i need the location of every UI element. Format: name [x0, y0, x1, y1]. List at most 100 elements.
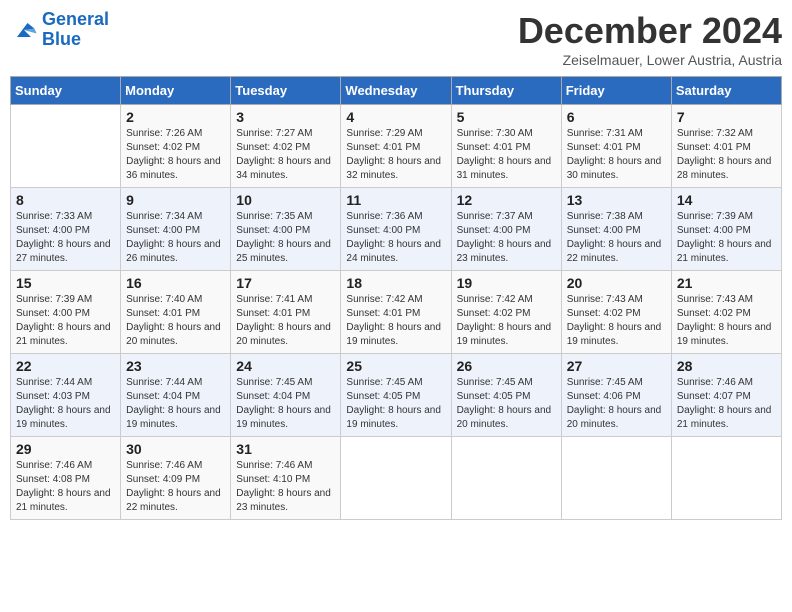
calendar-week-row: 15Sunrise: 7:39 AMSunset: 4:00 PMDayligh… [11, 271, 782, 354]
day-number: 14 [677, 192, 776, 208]
calendar-cell: 4 Sunrise: 7:29 AMSunset: 4:01 PMDaylight… [341, 105, 451, 188]
location-subtitle: Zeiselmauer, Lower Austria, Austria [518, 52, 782, 68]
calendar-cell: 19 Sunrise: 7:42 AMSunset: 4:02 PMDayligh… [451, 271, 561, 354]
day-number: 21 [677, 275, 776, 291]
day-detail: Sunrise: 7:29 AMSunset: 4:01 PMDaylight:… [346, 127, 445, 183]
day-detail: Sunrise: 7:46 AMSunset: 4:09 PMDaylight:… [126, 459, 225, 515]
day-detail: Sunrise: 7:46 AMSunset: 4:10 PMDaylight:… [236, 459, 335, 515]
calendar-cell [341, 437, 451, 520]
day-number: 10 [236, 192, 335, 208]
day-detail: Sunrise: 7:33 AMSunset: 4:00 PMDaylight:… [16, 210, 115, 266]
calendar-cell [671, 437, 781, 520]
calendar-cell: 2 Sunrise: 7:26 AMSunset: 4:02 PMDaylight… [121, 105, 231, 188]
day-number: 4 [346, 109, 445, 125]
day-detail: Sunrise: 7:37 AMSunset: 4:00 PMDaylight:… [457, 210, 556, 266]
day-detail: Sunrise: 7:36 AMSunset: 4:00 PMDaylight:… [346, 210, 445, 266]
calendar-cell: 3 Sunrise: 7:27 AMSunset: 4:02 PMDaylight… [231, 105, 341, 188]
calendar-cell: 13 Sunrise: 7:38 AMSunset: 4:00 PMDayligh… [561, 188, 671, 271]
day-number: 11 [346, 192, 445, 208]
calendar-cell: 16Sunrise: 7:40 AMSunset: 4:01 PMDayligh… [121, 271, 231, 354]
day-header-friday: Friday [561, 77, 671, 105]
day-detail: Sunrise: 7:43 AMSunset: 4:02 PMDaylight:… [677, 293, 776, 349]
calendar-cell: 22Sunrise: 7:44 AMSunset: 4:03 PMDayligh… [11, 354, 121, 437]
calendar-cell: 18 Sunrise: 7:42 AMSunset: 4:01 PMDayligh… [341, 271, 451, 354]
day-detail: Sunrise: 7:26 AMSunset: 4:02 PMDaylight:… [126, 127, 225, 183]
day-detail: Sunrise: 7:44 AMSunset: 4:04 PMDaylight:… [126, 376, 225, 432]
day-detail: Sunrise: 7:31 AMSunset: 4:01 PMDaylight:… [567, 127, 666, 183]
day-number: 23 [126, 358, 225, 374]
day-number: 12 [457, 192, 556, 208]
day-detail: Sunrise: 7:46 AMSunset: 4:07 PMDaylight:… [677, 376, 776, 432]
calendar-cell: 12 Sunrise: 7:37 AMSunset: 4:00 PMDayligh… [451, 188, 561, 271]
calendar-cell: 11 Sunrise: 7:36 AMSunset: 4:00 PMDayligh… [341, 188, 451, 271]
day-detail: Sunrise: 7:42 AMSunset: 4:02 PMDaylight:… [457, 293, 556, 349]
calendar-week-row: 8 Sunrise: 7:33 AMSunset: 4:00 PMDaylight… [11, 188, 782, 271]
logo-line1: General [42, 9, 109, 29]
day-number: 29 [16, 441, 115, 457]
day-number: 9 [126, 192, 225, 208]
calendar-cell: 17Sunrise: 7:41 AMSunset: 4:01 PMDayligh… [231, 271, 341, 354]
day-number: 2 [126, 109, 225, 125]
page-header: General Blue December 2024 Zeiselmauer, … [10, 10, 782, 68]
calendar-cell: 15Sunrise: 7:39 AMSunset: 4:00 PMDayligh… [11, 271, 121, 354]
calendar-week-row: 29 Sunrise: 7:46 AMSunset: 4:08 PMDayligh… [11, 437, 782, 520]
day-number: 28 [677, 358, 776, 374]
day-detail: Sunrise: 7:45 AMSunset: 4:06 PMDaylight:… [567, 376, 666, 432]
day-number: 30 [126, 441, 225, 457]
calendar-cell: 8 Sunrise: 7:33 AMSunset: 4:00 PMDaylight… [11, 188, 121, 271]
day-number: 13 [567, 192, 666, 208]
day-detail: Sunrise: 7:45 AMSunset: 4:05 PMDaylight:… [457, 376, 556, 432]
day-detail: Sunrise: 7:38 AMSunset: 4:00 PMDaylight:… [567, 210, 666, 266]
day-header-saturday: Saturday [671, 77, 781, 105]
day-detail: Sunrise: 7:41 AMSunset: 4:01 PMDaylight:… [236, 293, 335, 349]
day-header-sunday: Sunday [11, 77, 121, 105]
calendar-cell: 31 Sunrise: 7:46 AMSunset: 4:10 PMDayligh… [231, 437, 341, 520]
day-detail: Sunrise: 7:39 AMSunset: 4:00 PMDaylight:… [677, 210, 776, 266]
calendar-week-row: 22Sunrise: 7:44 AMSunset: 4:03 PMDayligh… [11, 354, 782, 437]
day-number: 22 [16, 358, 115, 374]
title-block: December 2024 Zeiselmauer, Lower Austria… [518, 10, 782, 68]
calendar-cell: 14 Sunrise: 7:39 AMSunset: 4:00 PMDayligh… [671, 188, 781, 271]
day-detail: Sunrise: 7:45 AMSunset: 4:04 PMDaylight:… [236, 376, 335, 432]
day-number: 26 [457, 358, 556, 374]
day-number: 3 [236, 109, 335, 125]
day-number: 8 [16, 192, 115, 208]
calendar-cell: 23 Sunrise: 7:44 AMSunset: 4:04 PMDayligh… [121, 354, 231, 437]
calendar-cell: 10Sunrise: 7:35 AMSunset: 4:00 PMDayligh… [231, 188, 341, 271]
day-detail: Sunrise: 7:30 AMSunset: 4:01 PMDaylight:… [457, 127, 556, 183]
day-detail: Sunrise: 7:42 AMSunset: 4:01 PMDaylight:… [346, 293, 445, 349]
calendar-cell: 26 Sunrise: 7:45 AMSunset: 4:05 PMDayligh… [451, 354, 561, 437]
day-number: 24 [236, 358, 335, 374]
calendar-cell: 7Sunrise: 7:32 AMSunset: 4:01 PMDaylight… [671, 105, 781, 188]
day-number: 15 [16, 275, 115, 291]
logo-icon [10, 16, 38, 44]
day-number: 16 [126, 275, 225, 291]
calendar-cell: 9 Sunrise: 7:34 AMSunset: 4:00 PMDaylight… [121, 188, 231, 271]
day-detail: Sunrise: 7:43 AMSunset: 4:02 PMDaylight:… [567, 293, 666, 349]
calendar-cell: 25 Sunrise: 7:45 AMSunset: 4:05 PMDayligh… [341, 354, 451, 437]
calendar-header-row: SundayMondayTuesdayWednesdayThursdayFrid… [11, 77, 782, 105]
day-number: 31 [236, 441, 335, 457]
day-detail: Sunrise: 7:27 AMSunset: 4:02 PMDaylight:… [236, 127, 335, 183]
calendar-cell: 30 Sunrise: 7:46 AMSunset: 4:09 PMDayligh… [121, 437, 231, 520]
day-header-monday: Monday [121, 77, 231, 105]
day-number: 25 [346, 358, 445, 374]
calendar-cell: 24 Sunrise: 7:45 AMSunset: 4:04 PMDayligh… [231, 354, 341, 437]
day-number: 20 [567, 275, 666, 291]
calendar-cell [561, 437, 671, 520]
calendar-week-row: 2 Sunrise: 7:26 AMSunset: 4:02 PMDaylight… [11, 105, 782, 188]
day-number: 27 [567, 358, 666, 374]
day-number: 7 [677, 109, 776, 125]
day-detail: Sunrise: 7:34 AMSunset: 4:00 PMDaylight:… [126, 210, 225, 266]
day-number: 18 [346, 275, 445, 291]
day-detail: Sunrise: 7:46 AMSunset: 4:08 PMDaylight:… [16, 459, 115, 515]
calendar-cell [451, 437, 561, 520]
day-number: 19 [457, 275, 556, 291]
calendar-cell: 20 Sunrise: 7:43 AMSunset: 4:02 PMDayligh… [561, 271, 671, 354]
calendar-table: SundayMondayTuesdayWednesdayThursdayFrid… [10, 76, 782, 520]
day-detail: Sunrise: 7:45 AMSunset: 4:05 PMDaylight:… [346, 376, 445, 432]
logo-text: General Blue [42, 10, 109, 50]
day-header-tuesday: Tuesday [231, 77, 341, 105]
day-header-thursday: Thursday [451, 77, 561, 105]
month-title: December 2024 [518, 10, 782, 52]
